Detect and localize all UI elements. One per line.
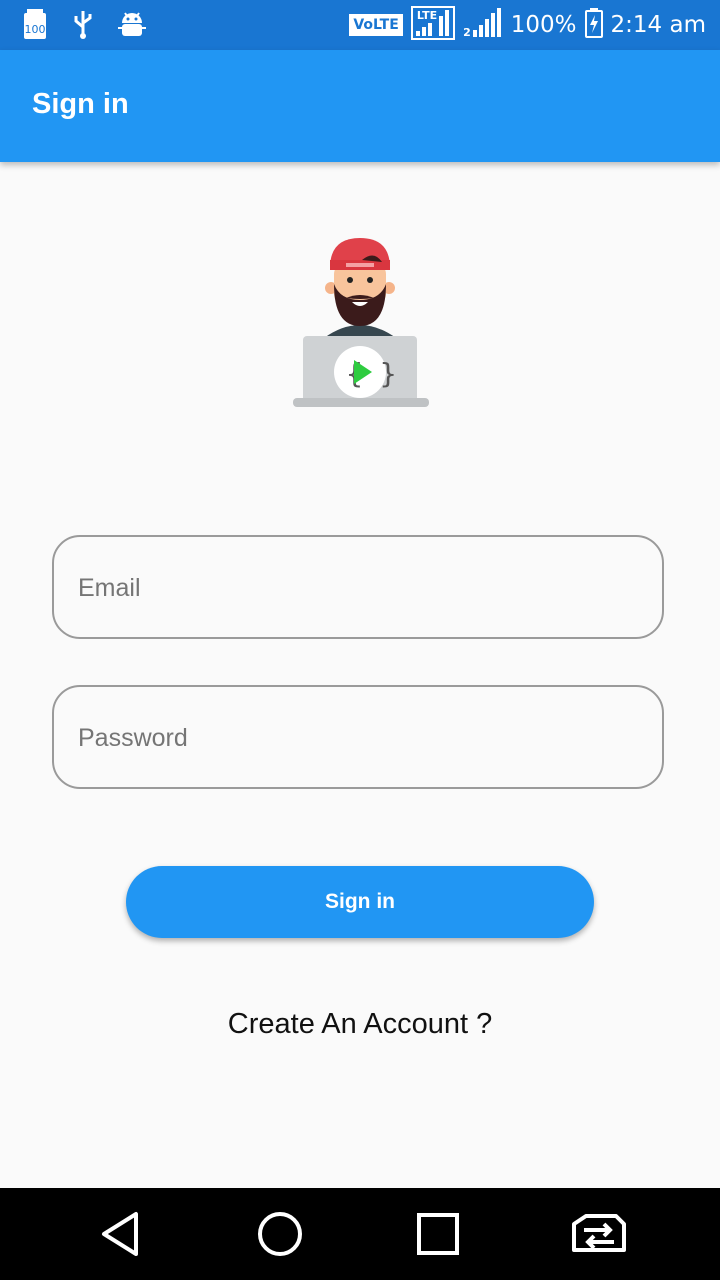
svg-text:LTE: LTE xyxy=(417,9,437,22)
coder-avatar-icon: { } xyxy=(290,234,432,412)
app-bar: Sign in xyxy=(0,50,720,162)
svg-text:{ }: { } xyxy=(346,357,397,390)
lte-signal-icon: LTE xyxy=(410,5,455,45)
page-title: Sign in xyxy=(32,88,129,120)
navigation-bar xyxy=(0,1188,720,1280)
volte-badge: VoLTE xyxy=(349,14,403,36)
email-input[interactable] xyxy=(76,537,640,639)
usb-icon xyxy=(72,9,94,44)
back-icon[interactable] xyxy=(98,1210,146,1258)
switch-sim-icon[interactable] xyxy=(572,1210,626,1258)
home-icon[interactable] xyxy=(256,1210,304,1258)
password-field[interactable] xyxy=(52,685,664,789)
battery-saver-icon: 100 xyxy=(22,8,48,45)
battery-percent: 100% xyxy=(510,12,577,38)
status-bar: 100 VoLTE LTE 2 100% 2:14 am xyxy=(0,0,720,50)
email-field[interactable] xyxy=(52,535,664,639)
password-input[interactable] xyxy=(76,687,640,789)
android-debug-icon xyxy=(118,9,146,44)
sign-in-button[interactable]: Sign in xyxy=(126,866,594,938)
create-account-link[interactable]: Create An Account ? xyxy=(0,1008,720,1041)
battery-charging-icon xyxy=(584,7,603,43)
clock: 2:14 am xyxy=(610,12,706,38)
svg-text:2: 2 xyxy=(463,26,471,38)
recents-icon[interactable] xyxy=(414,1210,462,1258)
svg-text:100: 100 xyxy=(25,23,46,36)
signal-icon: 2 xyxy=(463,7,503,43)
